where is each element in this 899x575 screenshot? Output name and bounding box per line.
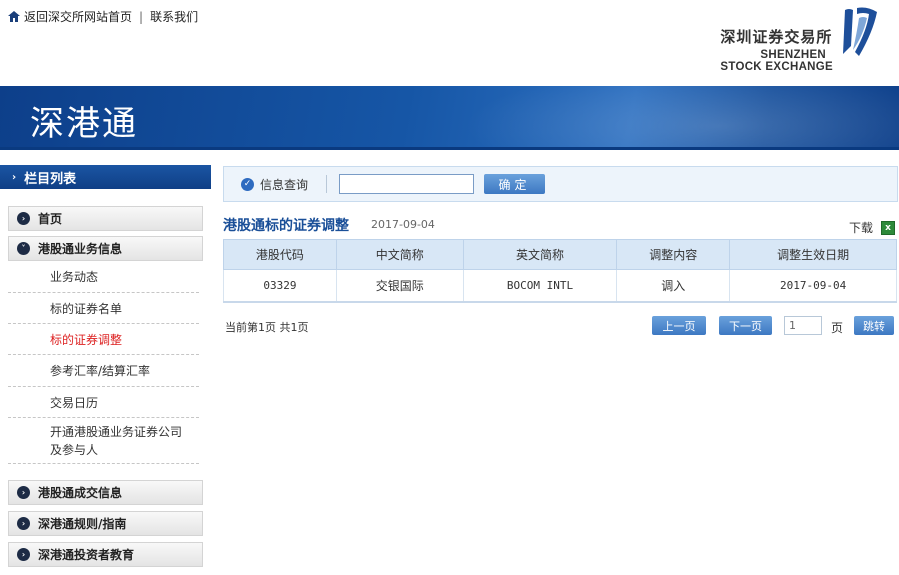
sidebar-item-home[interactable]: › 首页	[8, 206, 203, 231]
sidebar-item-label: 港股通业务信息	[38, 242, 123, 256]
sidebar-item-label: 深港通投资者教育	[38, 548, 135, 562]
section-title: 港股通标的证券调整	[223, 218, 349, 234]
home-link[interactable]: 返回深交所网站首页	[24, 8, 132, 25]
col-header-effective-date: 调整生效日期	[729, 239, 897, 270]
checkmark-icon: ✓	[241, 177, 254, 191]
sub-label: 交易日历	[50, 395, 99, 410]
sidebar-item-hk-business-info[interactable]: ˅ 港股通业务信息	[8, 236, 203, 261]
sub-label: 标的证券调整	[50, 332, 123, 347]
excel-icon[interactable]: x	[881, 220, 895, 235]
sub-label: 业务动态	[50, 270, 99, 284]
sidebar-item-rules-guides[interactable]: › 深港通规则/指南	[8, 511, 203, 536]
sub-label: 参考汇率/结算汇率	[50, 364, 151, 378]
sub-label-line2: 及参与人	[50, 442, 99, 457]
cell-effective-date: 2017-09-04	[729, 269, 897, 303]
chevron-right-icon: ›	[17, 486, 30, 499]
page-info: 当前第1页 共1页	[225, 321, 309, 334]
cell-en-name: BOCOM INTL	[463, 269, 618, 303]
col-header-adjustment: 调整内容	[616, 239, 731, 270]
top-links: 返回深交所网站首页 | 联系我们	[8, 8, 198, 25]
table-row: 03329 交银国际 BOCOM INTL 调入 2017-09-04	[223, 269, 897, 303]
sidebar-header-label: 栏目列表	[24, 171, 77, 187]
prev-page-button[interactable]: 上一页	[652, 316, 706, 335]
table-header-row: 港股代码 中文简称 英文简称 调整内容 调整生效日期	[223, 239, 897, 270]
adjustment-table: 港股代码 中文简称 英文简称 调整内容 调整生效日期 03329 交银国际 BO…	[223, 239, 897, 303]
sub-label: 标的证券名单	[50, 301, 123, 316]
sidebar-item-investor-education[interactable]: › 深港通投资者教育	[8, 542, 203, 567]
download-label: 下载	[848, 221, 873, 235]
chevron-right-icon: ›	[17, 517, 30, 530]
divider	[326, 175, 328, 193]
pagination: 当前第1页 共1页 上一页 下一页 1 页 跳转	[223, 316, 898, 336]
jump-button[interactable]: 跳转	[854, 316, 894, 335]
separator: |	[139, 9, 144, 24]
sidebar-sub-brokers[interactable]: 开通港股通业务证券公司 及参与人	[8, 418, 199, 464]
sidebar-item-label: 深港通规则/指南	[38, 517, 127, 531]
page-number-input[interactable]: 1	[784, 316, 822, 335]
sidebar-item-hk-trading-info[interactable]: › 港股通成交信息	[8, 480, 203, 505]
search-label: 信息查询	[260, 177, 309, 192]
col-header-cn-name: 中文简称	[335, 239, 464, 270]
sidebar-sub-trading-calendar[interactable]: 交易日历	[8, 387, 199, 418]
sidebar-sub-exchange-rate[interactable]: 参考汇率/结算汇率	[8, 355, 199, 387]
col-header-code: 港股代码	[223, 239, 337, 270]
szse-logo[interactable]: 深圳证券交易所 SHENZHEN STOCK EXCHANGE	[720, 6, 879, 73]
sidebar-header: › 栏目列表	[0, 165, 211, 189]
sidebar-sub-news[interactable]: 业务动态	[8, 261, 199, 293]
logo-en-line2: STOCK EXCHANGE	[720, 61, 833, 73]
cell-adjustment: 调入	[616, 269, 731, 303]
contact-link[interactable]: 联系我们	[150, 8, 198, 25]
search-input[interactable]	[339, 174, 475, 194]
download-link[interactable]: 下载 x	[849, 219, 895, 236]
banner-title: 深港通	[30, 104, 138, 144]
chevron-right-icon: ›	[17, 212, 30, 225]
logo-emblem-icon	[843, 7, 877, 56]
sidebar: › 栏目列表 › 首页 ˅ 港股通业务信息 业务动态 标的证券名单 标的证券调整…	[0, 165, 211, 567]
arrow-right-icon: ›	[12, 171, 17, 183]
section-date: 2017-09-04	[371, 218, 435, 231]
sidebar-item-label: 首页	[38, 212, 63, 226]
sub-label-line1: 开通港股通业务证券公司	[50, 424, 183, 439]
search-bar: ✓ 信息查询 确定	[223, 166, 898, 202]
chevron-right-icon: ›	[17, 548, 30, 561]
chevron-down-icon: ˅	[17, 242, 30, 255]
sidebar-sub-securities-list[interactable]: 标的证券名单	[8, 293, 199, 324]
page-label: 页	[831, 321, 844, 335]
logo-cn-text: 深圳证券交易所	[720, 28, 833, 46]
sidebar-item-label: 港股通成交信息	[38, 486, 123, 500]
logo-en-line1: SHENZHEN	[760, 49, 827, 61]
banner: 深港通	[0, 86, 899, 150]
home-icon	[8, 11, 20, 22]
cell-code: 03329	[223, 269, 337, 303]
confirm-button[interactable]: 确定	[484, 174, 546, 194]
col-header-en-name: 英文简称	[462, 239, 618, 270]
cell-cn-name: 交银国际	[336, 269, 464, 303]
sidebar-sub-securities-adjustment[interactable]: 标的证券调整	[8, 324, 199, 355]
next-page-button[interactable]: 下一页	[719, 316, 772, 335]
